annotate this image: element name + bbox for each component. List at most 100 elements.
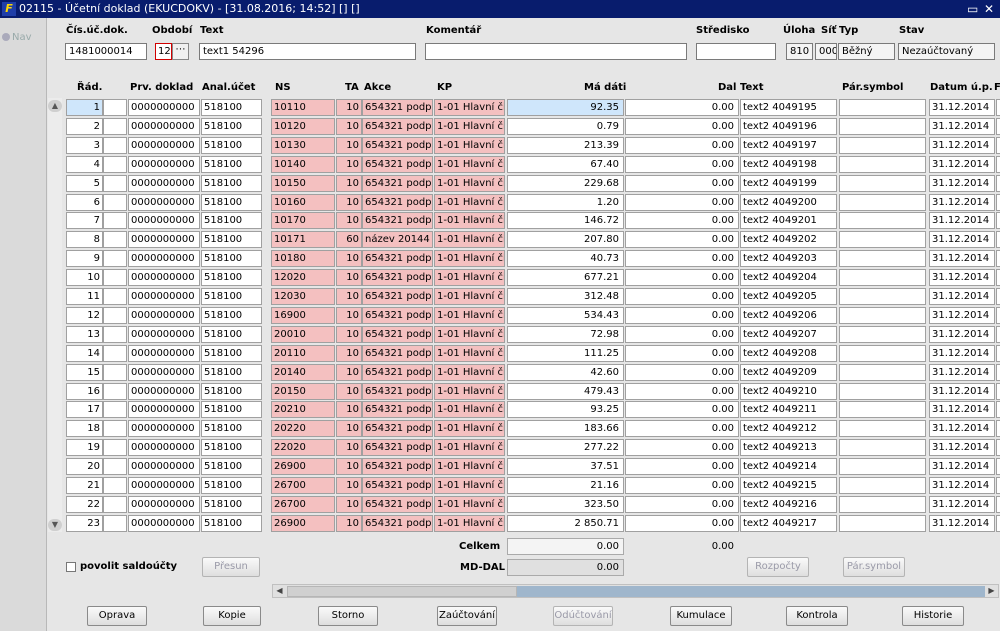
- cell-ta[interactable]: 10: [336, 99, 362, 116]
- cell-more[interactable]: [996, 458, 1000, 475]
- cell-ta[interactable]: 10: [336, 345, 362, 362]
- cell-more[interactable]: [996, 496, 1000, 513]
- cell-akce[interactable]: 654321 podpo: [362, 269, 433, 286]
- cell-anal-ucet[interactable]: 518100: [201, 269, 262, 286]
- cell-prv-doklad[interactable]: 0000000000: [128, 345, 200, 362]
- cell-text[interactable]: text2 4049217: [740, 515, 837, 532]
- cell-marker[interactable]: [103, 345, 127, 362]
- cell-akce[interactable]: 654321 podpo: [362, 118, 433, 135]
- cell-akce[interactable]: 654321 podpo: [362, 156, 433, 173]
- cell-more[interactable]: [996, 231, 1000, 248]
- cell-datum[interactable]: 31.12.2014: [929, 401, 995, 418]
- cell-par-symbol[interactable]: [839, 250, 926, 267]
- cell-ma-dati[interactable]: 0.79: [507, 118, 624, 135]
- cell-akce[interactable]: 654321 podpo: [362, 194, 433, 211]
- cell-more[interactable]: [996, 269, 1000, 286]
- cell-ta[interactable]: 10: [336, 515, 362, 532]
- cell-text[interactable]: text2 4049210: [740, 383, 837, 400]
- cell-datum[interactable]: 31.12.2014: [929, 288, 995, 305]
- cell-ns[interactable]: 10170: [271, 212, 335, 229]
- cell-marker[interactable]: [103, 288, 127, 305]
- cell-kp[interactable]: 1-01 Hlavní či: [434, 118, 505, 135]
- cell-par-symbol[interactable]: [839, 194, 926, 211]
- cell-ns[interactable]: 26900: [271, 458, 335, 475]
- cell-marker[interactable]: [103, 156, 127, 173]
- cell-par-symbol[interactable]: [839, 420, 926, 437]
- cell-ma-dati[interactable]: 229.68: [507, 175, 624, 192]
- cell-ma-dati[interactable]: 111.25: [507, 345, 624, 362]
- cell-more[interactable]: [996, 307, 1000, 324]
- cell-rad[interactable]: 13: [66, 326, 103, 343]
- cell-anal-ucet[interactable]: 518100: [201, 194, 262, 211]
- cell-par-symbol[interactable]: [839, 401, 926, 418]
- cell-kp[interactable]: 1-01 Hlavní či: [434, 307, 505, 324]
- cell-prv-doklad[interactable]: 0000000000: [128, 250, 200, 267]
- cell-datum[interactable]: 31.12.2014: [929, 269, 995, 286]
- povolit-saldoucty-checkbox[interactable]: [66, 562, 76, 572]
- cell-rad[interactable]: 19: [66, 439, 103, 456]
- cell-dal[interactable]: 0.00: [625, 212, 739, 229]
- cell-ma-dati[interactable]: 1.20: [507, 194, 624, 211]
- cell-text[interactable]: text2 4049204: [740, 269, 837, 286]
- cell-par-symbol[interactable]: [839, 156, 926, 173]
- cell-par-symbol[interactable]: [839, 175, 926, 192]
- restore-window-icon[interactable]: ▭: [967, 0, 978, 18]
- cell-marker[interactable]: [103, 269, 127, 286]
- cell-dal[interactable]: 0.00: [625, 515, 739, 532]
- cell-datum[interactable]: 31.12.2014: [929, 137, 995, 154]
- cell-rad[interactable]: 23: [66, 515, 103, 532]
- cell-ma-dati[interactable]: 42.60: [507, 364, 624, 381]
- cell-ns[interactable]: 16900: [271, 307, 335, 324]
- cell-ns[interactable]: 12030: [271, 288, 335, 305]
- cell-datum[interactable]: 31.12.2014: [929, 212, 995, 229]
- cell-anal-ucet[interactable]: 518100: [201, 326, 262, 343]
- cell-ma-dati[interactable]: 2 850.71: [507, 515, 624, 532]
- cell-more[interactable]: [996, 345, 1000, 362]
- cell-ma-dati[interactable]: 207.80: [507, 231, 624, 248]
- cell-akce[interactable]: 654321 podpo: [362, 364, 433, 381]
- cell-ns[interactable]: 20010: [271, 326, 335, 343]
- cell-ns[interactable]: 26900: [271, 515, 335, 532]
- cell-anal-ucet[interactable]: 518100: [201, 212, 262, 229]
- cell-rad[interactable]: 2: [66, 118, 103, 135]
- cell-text[interactable]: text2 4049203: [740, 250, 837, 267]
- cell-akce[interactable]: 654321 podpo: [362, 420, 433, 437]
- cell-kp[interactable]: 1-01 Hlavní či: [434, 194, 505, 211]
- cell-anal-ucet[interactable]: 518100: [201, 458, 262, 475]
- cell-marker[interactable]: [103, 307, 127, 324]
- cell-prv-doklad[interactable]: 0000000000: [128, 156, 200, 173]
- cell-rad[interactable]: 15: [66, 364, 103, 381]
- cell-anal-ucet[interactable]: 518100: [201, 515, 262, 532]
- cell-text[interactable]: text2 4049196: [740, 118, 837, 135]
- cell-rad[interactable]: 20: [66, 458, 103, 475]
- cell-text[interactable]: text2 4049212: [740, 420, 837, 437]
- cell-dal[interactable]: 0.00: [625, 118, 739, 135]
- cell-more[interactable]: [996, 156, 1000, 173]
- cell-kp[interactable]: 1-01 Hlavní či: [434, 269, 505, 286]
- cell-ns[interactable]: 26700: [271, 477, 335, 494]
- cell-ns[interactable]: 10130: [271, 137, 335, 154]
- cell-kp[interactable]: 1-01 Hlavní či: [434, 231, 505, 248]
- close-window-icon[interactable]: ✕: [984, 0, 994, 18]
- cell-dal[interactable]: 0.00: [625, 269, 739, 286]
- cell-text[interactable]: text2 4049197: [740, 137, 837, 154]
- scroll-right-icon[interactable]: ▶: [985, 585, 998, 597]
- cell-ta[interactable]: 10: [336, 194, 362, 211]
- cell-text[interactable]: text2 4049208: [740, 345, 837, 362]
- cell-ma-dati[interactable]: 93.25: [507, 401, 624, 418]
- cell-more[interactable]: [996, 175, 1000, 192]
- cell-datum[interactable]: 31.12.2014: [929, 194, 995, 211]
- cell-dal[interactable]: 0.00: [625, 383, 739, 400]
- cell-datum[interactable]: 31.12.2014: [929, 477, 995, 494]
- cell-par-symbol[interactable]: [839, 364, 926, 381]
- cell-marker[interactable]: [103, 194, 127, 211]
- cell-more[interactable]: [996, 383, 1000, 400]
- cell-ns[interactable]: 20110: [271, 345, 335, 362]
- cell-prv-doklad[interactable]: 0000000000: [128, 496, 200, 513]
- cell-marker[interactable]: [103, 118, 127, 135]
- cell-ma-dati[interactable]: 677.21: [507, 269, 624, 286]
- cell-ta[interactable]: 10: [336, 439, 362, 456]
- cell-akce[interactable]: 654321 podpo: [362, 401, 433, 418]
- cell-ta[interactable]: 10: [336, 383, 362, 400]
- cell-prv-doklad[interactable]: 0000000000: [128, 439, 200, 456]
